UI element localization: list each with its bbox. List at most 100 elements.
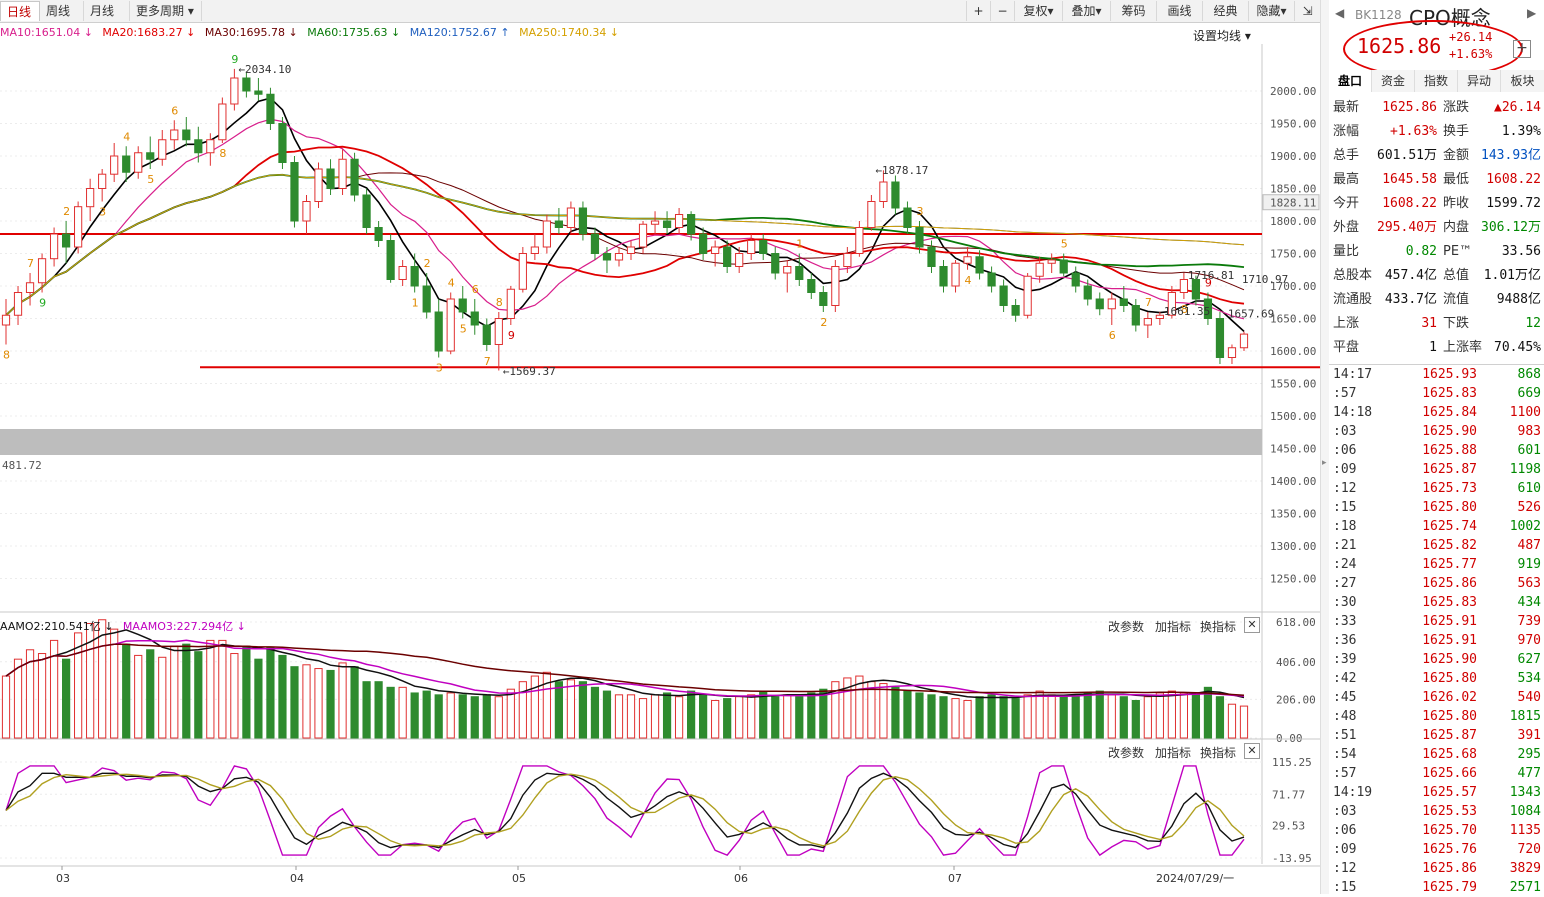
candle-body — [1143, 318, 1152, 326]
sequence-label: 3 — [436, 362, 443, 375]
tab-movement[interactable]: 异动 — [1458, 70, 1501, 92]
candle-body — [98, 173, 107, 189]
candle-body — [566, 207, 576, 228]
volume-bar — [602, 690, 612, 739]
tick-price: 1625.90 — [1422, 424, 1477, 439]
sequence-label: 9 — [508, 329, 515, 342]
osc-tick-label: 115.25 — [1272, 756, 1312, 769]
candle-body — [422, 285, 431, 313]
tick-price: 1625.70 — [1422, 823, 1477, 838]
candle-body — [326, 168, 335, 189]
candle-body — [891, 181, 900, 209]
volume-bar — [807, 692, 816, 739]
osc-switch-indicator-button[interactable]: 换指标 — [1200, 744, 1236, 761]
field-value: 1608.22 — [1486, 172, 1541, 187]
quote-row: 总手 601.51万 金额 143.93亿 — [1333, 144, 1543, 168]
tick-row: :57 1625.66 477 — [1329, 764, 1544, 783]
y-tick-label: 1850.00 — [1270, 183, 1316, 196]
close-icon[interactable]: ✕ — [1244, 743, 1260, 759]
candle-body — [506, 288, 515, 319]
vol-edit-params-button[interactable]: 改参数 — [1108, 618, 1144, 635]
volume-bar — [795, 696, 804, 739]
tick-price: 1625.79 — [1422, 880, 1477, 895]
tick-volume: 434 — [1517, 595, 1541, 610]
tick-volume: 983 — [1517, 424, 1541, 439]
classic-button[interactable]: 经典 — [1202, 1, 1248, 21]
osc-add-indicator-button[interactable]: 加指标 — [1155, 744, 1191, 761]
close-icon[interactable]: ✕ — [1244, 617, 1260, 633]
hide-button[interactable]: 隐藏▾ — [1248, 1, 1294, 21]
field-value: 295.40万 — [1377, 220, 1437, 235]
moving-average-lines — [5, 97, 1245, 332]
vol-switch-indicator-button[interactable]: 换指标 — [1200, 618, 1236, 635]
chevron-down-icon: ▾ — [1280, 4, 1287, 18]
volume-bar — [242, 645, 251, 739]
volume-bar — [182, 643, 191, 739]
tab-index[interactable]: 指数 — [1415, 70, 1458, 92]
overlay-button[interactable]: 叠加▾ — [1062, 1, 1110, 21]
osc-edit-params-button[interactable]: 改参数 — [1108, 744, 1144, 761]
candle-body — [194, 139, 203, 154]
tick-row: :24 1625.77 919 — [1329, 555, 1544, 574]
candle-body — [975, 256, 984, 274]
tab-daily[interactable]: 日线 — [0, 1, 40, 21]
volume-bar — [218, 639, 227, 739]
candle-body — [951, 262, 960, 287]
tab-more-periods-label: 更多周期 — [136, 4, 185, 18]
adjust-label: 复权 — [1023, 4, 1048, 18]
tab-sector[interactable]: 板块 — [1501, 70, 1544, 92]
candle-body — [13, 292, 23, 316]
sequence-label: 2 — [424, 257, 431, 270]
tick-volume: 610 — [1517, 481, 1541, 496]
field-value: 306.12万 — [1481, 220, 1541, 235]
chevron-down-icon: ▾ — [187, 4, 194, 18]
aamo2-line — [5, 629, 1245, 699]
candle-body — [542, 220, 551, 248]
tab-more-periods[interactable]: 更多周期 ▾ — [130, 1, 202, 21]
collapse-icon[interactable]: ⇲ — [1294, 1, 1320, 21]
adjust-button[interactable]: 复权▾ — [1014, 1, 1062, 21]
sequence-label: 3 — [99, 206, 106, 219]
price-annotation: 1657.69 — [1228, 308, 1274, 321]
kline-chart[interactable]: 8792 345689123456789123456789 481.72←2034… — [0, 44, 1320, 894]
field-value: 1.39% — [1501, 124, 1541, 139]
chips-button[interactable]: 筹码 — [1110, 1, 1156, 21]
tick-volume: 1815 — [1509, 709, 1541, 724]
draw-button[interactable]: 画线 — [1156, 1, 1202, 21]
vol-add-indicator-button[interactable]: 加指标 — [1155, 618, 1191, 635]
tab-handicap[interactable]: 盘口 — [1329, 70, 1372, 92]
zoom-out-button[interactable]: − — [990, 1, 1014, 21]
candle-body — [1071, 272, 1080, 287]
tick-row: :15 1625.79 2571 — [1329, 878, 1544, 897]
tab-monthly[interactable]: 月线 — [84, 1, 130, 21]
tick-volume: 477 — [1517, 766, 1541, 781]
tick-volume: 868 — [1517, 367, 1541, 382]
candle-body — [1107, 298, 1116, 310]
field-value: 433.7亿 — [1384, 292, 1437, 307]
set-ma-button[interactable]: 设置均线 ▾ — [1193, 27, 1251, 44]
tab-funds[interactable]: 资金 — [1372, 70, 1415, 92]
candle-body — [999, 285, 1008, 306]
candle-body — [206, 139, 215, 154]
tick-row: :12 1625.86 3829 — [1329, 859, 1544, 878]
add-icon[interactable]: + — [1513, 40, 1531, 58]
splitter-handle[interactable]: ▸ — [1320, 0, 1329, 894]
sequence-label: 9 — [39, 297, 46, 310]
sequence-label: 4 — [965, 274, 972, 287]
tick-price: 1625.76 — [1422, 842, 1477, 857]
field-label: 流值 — [1443, 292, 1470, 307]
volume-bar — [386, 686, 395, 739]
candle-body — [915, 227, 924, 248]
next-icon[interactable]: ▶ — [1527, 6, 1536, 20]
tick-price: 1625.77 — [1422, 557, 1477, 572]
volume-bar — [194, 651, 203, 739]
prev-icon[interactable]: ◀ — [1335, 6, 1344, 20]
volume-bar — [1083, 692, 1092, 739]
ma20-label: MA20:1683.27 ↓ — [102, 26, 196, 39]
y-tick-label: 1800.00 — [1270, 215, 1316, 228]
field-value: 1608.22 — [1382, 196, 1437, 211]
tab-weekly[interactable]: 周线 — [40, 1, 84, 21]
zoom-in-button[interactable]: + — [966, 1, 990, 21]
sequence-label: 2 — [820, 316, 827, 329]
candle-body — [1119, 298, 1128, 306]
